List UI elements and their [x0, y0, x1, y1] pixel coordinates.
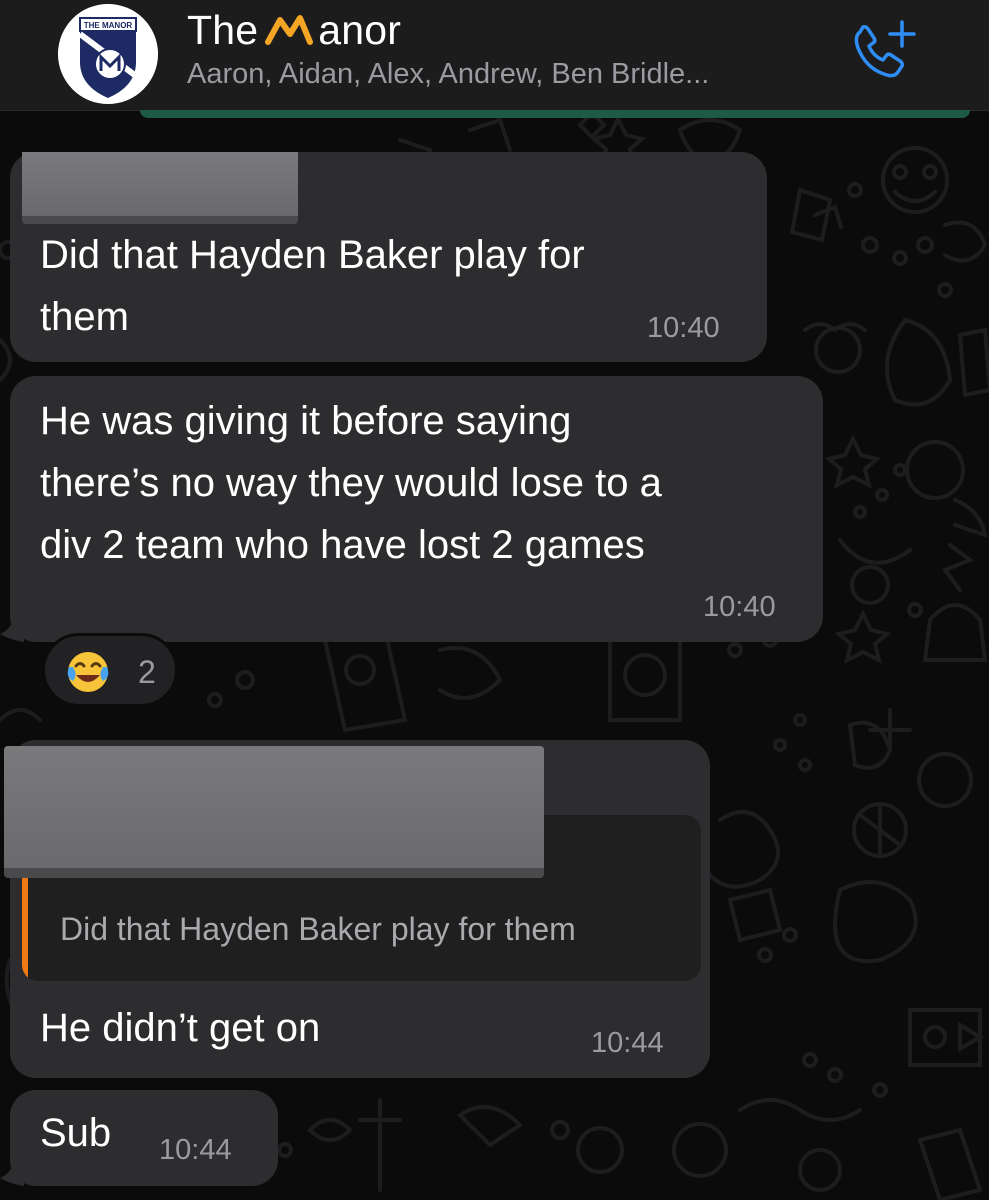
message-time: 10:44 [591, 1027, 664, 1059]
reaction-count: 2 [138, 654, 156, 690]
avatar-text: THE MANOR [84, 21, 133, 30]
message-text: Did that Hayden Baker play for them [40, 233, 585, 339]
title-prefix: The [187, 6, 259, 53]
quoted-text: Did that Hayden Baker play for them [60, 911, 576, 947]
bubble-tail [0, 612, 24, 642]
phone-add-icon [854, 20, 916, 78]
chat-header[interactable]: THE MANOR The anor Aaron, Aidan, Alex, A… [0, 0, 989, 111]
header-accent-edge [140, 110, 970, 118]
manor-m-logo-icon [265, 15, 314, 45]
add-call-button[interactable] [848, 18, 918, 80]
message-bubble-4[interactable]: Sub 10:44 [10, 1090, 278, 1186]
message-text: Sub [40, 1111, 112, 1155]
message-text: He was giving it before saying there’s n… [40, 399, 662, 567]
message-bubble-2[interactable]: He was giving it before saying there’s n… [10, 376, 823, 642]
message-bubble-1[interactable]: Did that Hayden Baker play for them 10:4… [10, 152, 767, 362]
redacted-sender-name [4, 746, 544, 876]
the-manor-logo: THE MANOR [58, 4, 158, 104]
laughing-tears-emoji-icon [67, 652, 109, 692]
message-time: 10:40 [703, 591, 776, 623]
message-time: 10:40 [647, 312, 720, 344]
message-time: 10:44 [159, 1134, 232, 1166]
title-suffix: anor [318, 6, 402, 53]
group-avatar[interactable]: THE MANOR [58, 4, 158, 104]
participants-list[interactable]: Aaron, Aidan, Alex, Andrew, Ben Bridle..… [187, 58, 709, 91]
chat-title[interactable]: The anor [187, 5, 401, 55]
reaction-pill[interactable]: 2 [42, 633, 178, 707]
chat-screen: THE MANOR The anor Aaron, Aidan, Alex, A… [0, 0, 989, 1200]
message-text: He didn’t get on [40, 1006, 321, 1050]
bubble-tail [0, 1156, 24, 1186]
redacted-sender-name [22, 152, 298, 224]
